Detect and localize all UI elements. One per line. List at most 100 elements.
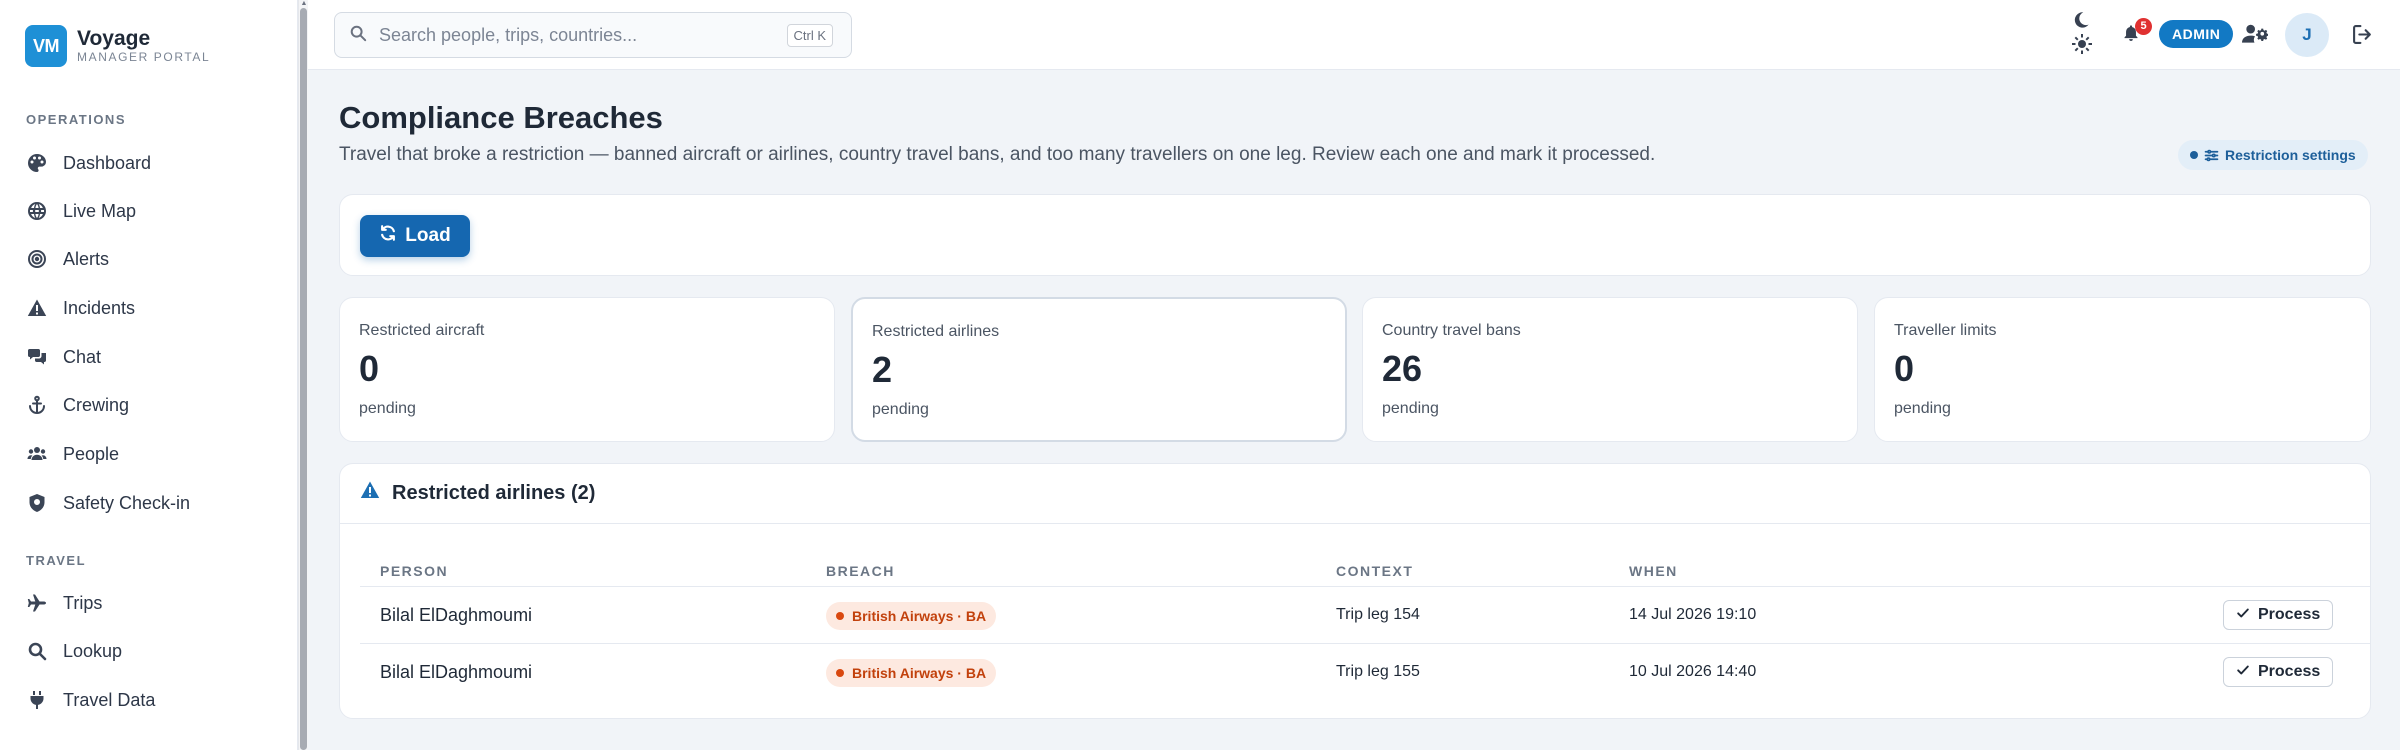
process-button-label: Process xyxy=(2258,606,2321,623)
page-title: Compliance Breaches xyxy=(339,100,663,135)
target-icon xyxy=(26,248,48,270)
column-header-context: CONTEXT xyxy=(1336,563,1414,579)
brand-subtitle: MANAGER PORTAL xyxy=(77,50,211,64)
when-cell: 10 Jul 2026 14:40 xyxy=(1629,663,1757,680)
stat-label: Country travel bans xyxy=(1382,322,1521,339)
row-divider xyxy=(360,643,2370,644)
stat-label: Restricted airlines xyxy=(872,323,1000,340)
search-icon xyxy=(26,640,48,662)
topbar: Ctrl K 5 ADMIN J xyxy=(308,0,2400,70)
stat-label: Traveller limits xyxy=(1894,322,1997,339)
logout-icon xyxy=(2352,25,2373,49)
stat-sub: pending xyxy=(1894,400,1951,417)
logout-button[interactable] xyxy=(2352,24,2373,50)
stat-value: 0 xyxy=(359,348,380,389)
column-header-when: WHEN xyxy=(1629,563,1678,579)
sidebar-item-label: Travel Data xyxy=(63,689,156,710)
restriction-settings-label: Restriction settings xyxy=(2225,147,2356,163)
notification-count-badge: 5 xyxy=(2135,18,2152,35)
column-header-breach: BREACH xyxy=(826,563,895,579)
divider xyxy=(340,523,2370,524)
sidebar-item-alerts[interactable]: Alerts xyxy=(26,244,109,274)
sidebar-item-chat[interactable]: Chat xyxy=(26,342,101,372)
sliders-icon xyxy=(2204,148,2219,163)
page-description: Travel that broke a restriction — banned… xyxy=(339,144,1656,165)
plug-icon xyxy=(26,689,48,711)
sidebar-item-travel-data[interactable]: Travel Data xyxy=(26,685,155,715)
warning-icon xyxy=(360,480,392,506)
moon-icon xyxy=(2072,11,2090,34)
breach-badge: British Airways · BA xyxy=(826,602,997,630)
breach-dot-icon xyxy=(836,612,844,620)
sidebar-item-live-map[interactable]: Live Map xyxy=(26,196,136,226)
stat-card-traveller-limits[interactable]: Traveller limits 0 pending xyxy=(1874,297,2371,442)
row-divider xyxy=(360,586,2370,587)
stat-value: 26 xyxy=(1382,348,1423,389)
sidebar-item-dashboard[interactable]: Dashboard xyxy=(26,148,151,178)
user-settings-button[interactable] xyxy=(2242,23,2269,50)
sidebar-item-label: Lookup xyxy=(63,640,123,661)
sidebar-item-trips[interactable]: Trips xyxy=(26,588,102,618)
load-button-label: Load xyxy=(405,225,451,246)
check-icon xyxy=(2236,606,2250,625)
sidebar-item-label: Live Map xyxy=(63,200,137,221)
role-badge: ADMIN xyxy=(2159,20,2234,48)
section-label-travel: TRAVEL xyxy=(26,553,87,568)
palette-icon xyxy=(26,152,48,174)
when-cell: 14 Jul 2026 19:10 xyxy=(1629,606,1757,623)
sidebar-scrollbar[interactable]: ▲ xyxy=(298,0,308,750)
sidebar-item-label: Dashboard xyxy=(63,152,152,173)
process-button[interactable]: Process xyxy=(2223,657,2334,687)
sidebar-item-incidents[interactable]: Incidents xyxy=(26,293,135,323)
table-title: Restricted airlines (2) xyxy=(360,480,595,506)
globe-icon xyxy=(26,200,48,222)
check-icon xyxy=(2236,663,2250,682)
stat-label: Restricted aircraft xyxy=(359,322,485,339)
anchor-icon xyxy=(26,394,48,416)
load-card: Load xyxy=(339,194,2371,276)
breach-dot-icon xyxy=(836,669,844,677)
brand-logo: VM xyxy=(25,25,67,67)
sidebar-item-label: Crewing xyxy=(63,394,130,415)
stat-card-country-travel-bans[interactable]: Country travel bans 26 pending xyxy=(1362,297,1858,442)
brand[interactable]: VM Voyage MANAGER PORTAL xyxy=(25,25,210,67)
context-cell: Trip leg 155 xyxy=(1336,663,1420,680)
load-button[interactable]: Load xyxy=(360,215,470,257)
stat-sub: pending xyxy=(1382,400,1439,417)
chat-icon xyxy=(26,346,48,368)
process-button-label: Process xyxy=(2258,663,2321,680)
column-header-person: PERSON xyxy=(380,563,449,579)
stat-sub: pending xyxy=(872,401,929,418)
table-title-text: Restricted airlines (2) xyxy=(392,481,596,504)
sidebar-item-safety-check-in[interactable]: Safety Check-in xyxy=(26,488,190,518)
search-input[interactable] xyxy=(379,24,769,46)
sidebar-item-lookup[interactable]: Lookup xyxy=(26,636,122,666)
warning-icon xyxy=(26,297,48,319)
avatar[interactable]: J xyxy=(2285,13,2329,57)
search-box[interactable]: Ctrl K xyxy=(334,12,852,58)
sun-icon xyxy=(2072,34,2092,59)
sidebar-item-crewing[interactable]: Crewing xyxy=(26,390,129,420)
sidebar-item-label: Incidents xyxy=(63,297,136,318)
sidebar-item-label: People xyxy=(63,443,120,464)
brand-name: Voyage xyxy=(77,27,151,50)
notifications-button[interactable]: 5 xyxy=(2122,18,2152,47)
sidebar-item-label: Alerts xyxy=(63,248,110,269)
stat-card-restricted-airlines[interactable]: Restricted airlines 2 pending xyxy=(851,297,1347,442)
sidebar: VM Voyage MANAGER PORTAL OPERATIONS Dash… xyxy=(0,0,298,750)
sidebar-item-label: Trips xyxy=(63,592,103,613)
breach-badge: British Airways · BA xyxy=(826,659,997,687)
process-button[interactable]: Process xyxy=(2223,600,2334,630)
status-dot-icon xyxy=(2190,151,2198,159)
people-icon xyxy=(26,443,48,465)
scroll-up-arrow-icon[interactable]: ▲ xyxy=(300,0,308,8)
breach-label: British Airways · BA xyxy=(852,608,987,624)
search-shortcut-hint: Ctrl K xyxy=(786,24,833,47)
refresh-icon xyxy=(379,224,397,248)
sidebar-scrollbar-thumb[interactable] xyxy=(300,8,307,750)
restriction-settings-button[interactable]: Restriction settings xyxy=(2178,140,2368,170)
stat-card-restricted-aircraft[interactable]: Restricted aircraft 0 pending xyxy=(339,297,835,442)
person-name: Bilal ElDaghmoumi xyxy=(380,605,533,625)
stat-value: 2 xyxy=(872,349,893,390)
sidebar-item-people[interactable]: People xyxy=(26,439,119,469)
